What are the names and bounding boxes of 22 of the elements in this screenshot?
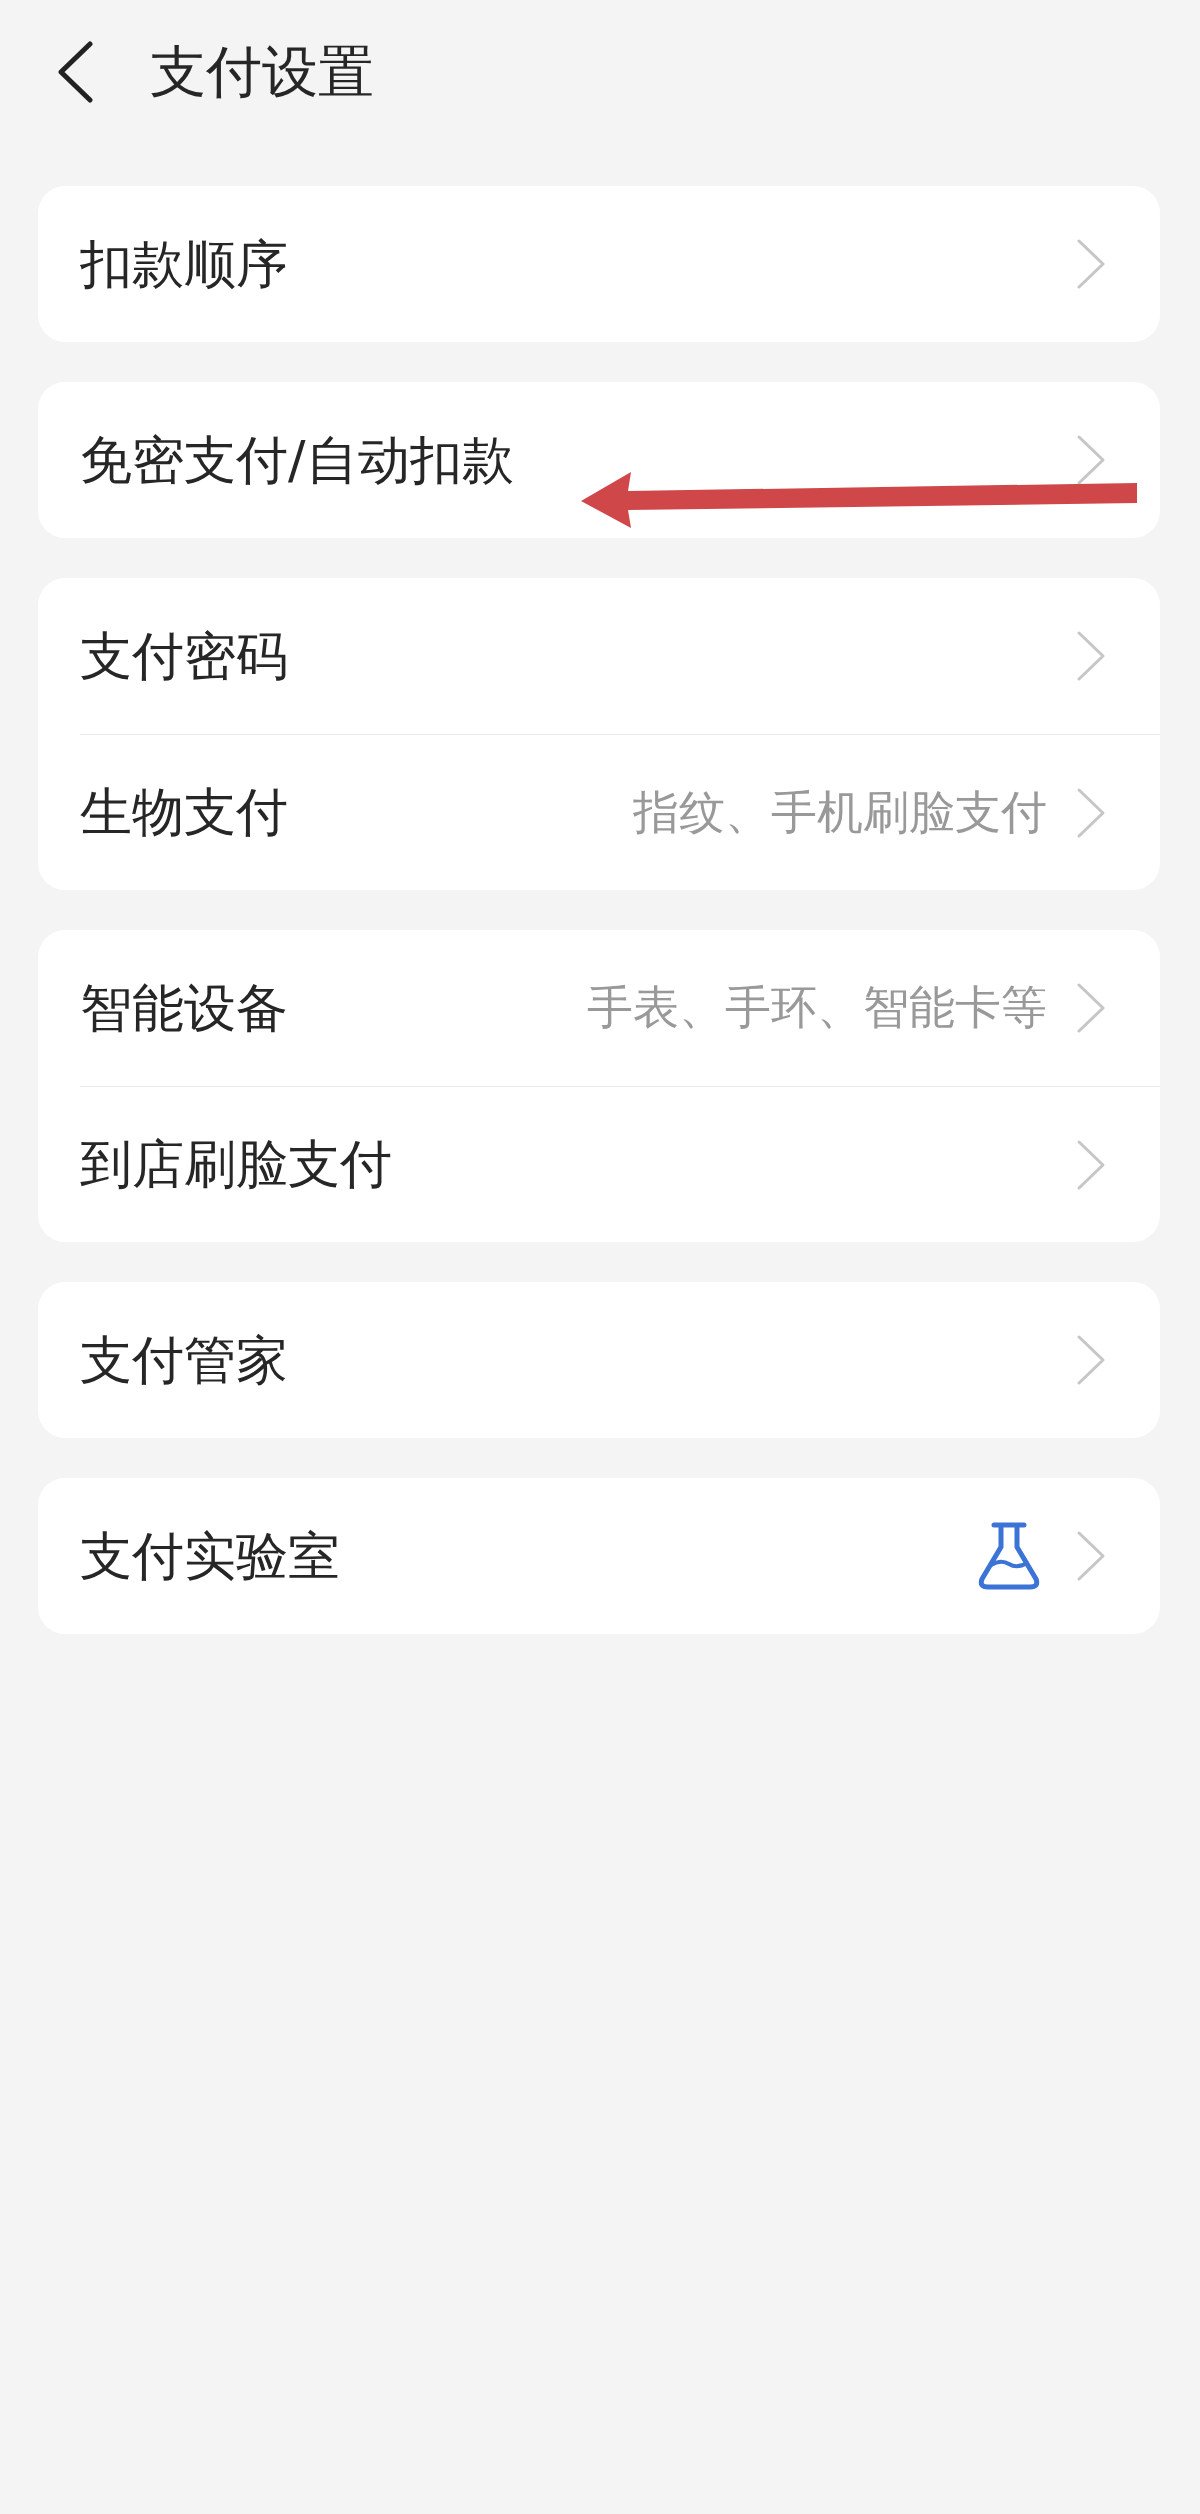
chevron-right-icon bbox=[1076, 1138, 1106, 1191]
chevron-right-icon bbox=[1076, 982, 1106, 1034]
chevron-right-icon bbox=[1076, 1334, 1106, 1386]
settings-row[interactable]: 免密支付/自动扣款 bbox=[38, 382, 1160, 538]
row-value: 手表、手环、智能卡等 bbox=[587, 980, 1047, 1036]
settings-row[interactable]: 智能设备 手表、手环、智能卡等 bbox=[38, 930, 1160, 1086]
settings-row[interactable]: 支付管家 bbox=[38, 1282, 1160, 1438]
back-icon bbox=[56, 41, 94, 103]
chevron-right-icon bbox=[1076, 786, 1106, 839]
chevron-right-icon bbox=[1076, 1530, 1106, 1582]
settings-row[interactable]: 支付实验室 bbox=[38, 1478, 1160, 1634]
settings-row[interactable]: 扣款顺序 bbox=[38, 186, 1160, 342]
settings-row[interactable]: 到店刷脸支付 bbox=[38, 1086, 1160, 1242]
flask-icon bbox=[977, 1521, 1041, 1591]
back-button[interactable] bbox=[56, 41, 94, 103]
settings-row[interactable]: 生物支付 指纹、手机刷脸支付 bbox=[38, 734, 1160, 890]
chevron-right-icon bbox=[1076, 238, 1106, 290]
settings-row[interactable]: 支付密码 bbox=[38, 578, 1160, 734]
chevron-right-icon bbox=[1076, 434, 1106, 486]
row-value: 指纹、手机刷脸支付 bbox=[633, 784, 1047, 841]
chevron-right-icon bbox=[1076, 630, 1106, 682]
page-title: 支付设置 bbox=[150, 38, 374, 106]
